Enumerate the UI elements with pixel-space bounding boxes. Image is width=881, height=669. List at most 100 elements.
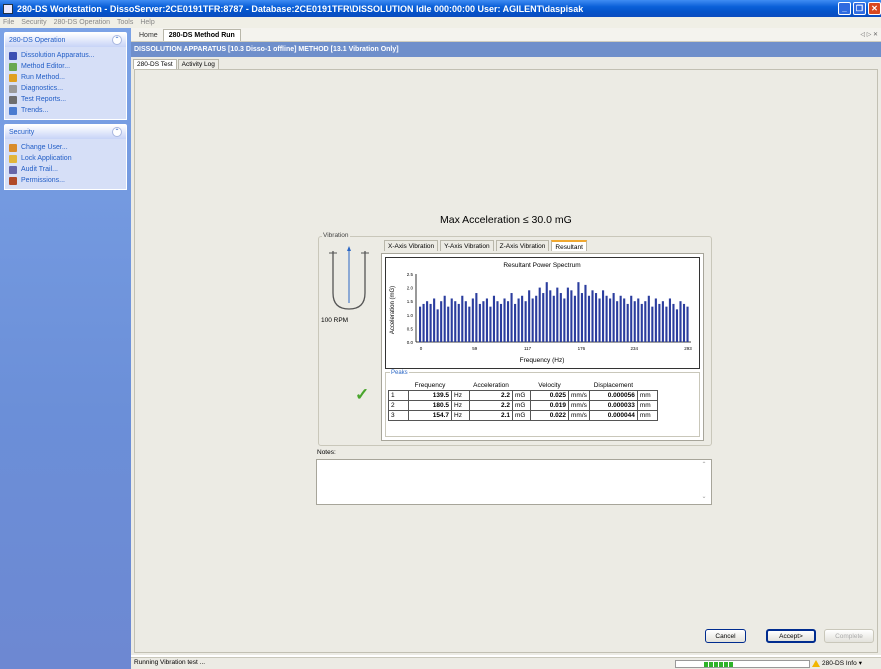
peak-index: 1: [388, 389, 409, 401]
tab-x-axis-vibration[interactable]: X-Axis Vibration: [384, 240, 439, 251]
security-panel-header[interactable]: Security ⌃: [5, 125, 126, 139]
spectrum-bar: [496, 301, 499, 342]
sidebar-item-label: Diagnostics...: [21, 85, 64, 92]
cancel-button[interactable]: Cancel: [705, 629, 746, 643]
accept-button[interactable]: Accept>: [766, 629, 816, 643]
col-acceleration-unit-header: [513, 381, 531, 390]
spectrum-bar: [485, 298, 488, 342]
security-item-1[interactable]: Lock Application: [9, 153, 122, 164]
peak-acceleration: 2.1: [469, 409, 513, 421]
max-acceleration-label: Max Acceleration ≤ 30.0 mG: [440, 214, 572, 226]
spectrum-bar: [682, 303, 686, 342]
vibration-group: Vibration 100 RPM ✓ X-Axis Vibration Y-A…: [318, 232, 712, 446]
spectrum-bar: [545, 282, 548, 342]
progress-fill: [704, 662, 733, 667]
spectrum-bar: [464, 301, 467, 342]
tab-method-run[interactable]: 280-DS Method Run: [162, 29, 241, 41]
security-panel: Security ⌃ Change User... Lock Applicatio…: [4, 124, 127, 190]
operation-item-1[interactable]: Method Editor...: [9, 61, 122, 72]
sidebar-item-label: Trends...: [21, 107, 49, 114]
col-frequency-unit-header: [452, 381, 470, 390]
spectrum-bar: [450, 298, 453, 342]
collapse-icon[interactable]: ⌃: [112, 35, 122, 45]
frequency-unit: Hz: [451, 399, 470, 411]
minimize-icon[interactable]: _: [838, 2, 851, 15]
peaks-group: Peaks Frequency Acceleration Velocity Di…: [385, 370, 700, 437]
chart-panel: Resultant Power Spectrum Frequency (Hz) …: [381, 253, 704, 441]
peak-velocity: 0.025: [530, 389, 569, 401]
spectrum-bar: [566, 287, 569, 342]
menu-file[interactable]: File: [3, 19, 14, 26]
peak-frequency: 154.7: [408, 409, 452, 421]
operation-item-4[interactable]: Test Reports...: [9, 94, 122, 105]
security-item-0[interactable]: Change User...: [9, 142, 122, 153]
peak-velocity: 0.022: [530, 409, 569, 421]
progress-segment: [714, 662, 718, 667]
security-panel-title: Security: [9, 128, 35, 136]
progress-bar: [675, 660, 810, 668]
notes-scrollbar[interactable]: ⌃ ⌄: [700, 461, 710, 503]
col-displacement-header: Displacement: [593, 381, 634, 389]
operation-panel-items: Dissolution Apparatus... Method Editor...…: [5, 47, 126, 119]
tab-home[interactable]: Home: [134, 30, 163, 41]
spectrum-bar: [440, 301, 443, 342]
apparatus-banner: DISSOLUTION APPARATUS [10.3 Disso-1 offl…: [131, 42, 881, 57]
info-indicator[interactable]: 280-DS Info ▾: [812, 659, 862, 667]
peaks-header-row: Frequency Acceleration Velocity Displace…: [389, 381, 658, 390]
notes-field[interactable]: ⌃ ⌄: [316, 459, 712, 505]
spectrum-bar: [577, 282, 580, 342]
audit-trail-icon: [9, 165, 17, 174]
spectrum-bar: [644, 301, 647, 342]
y-axis-label: Acceleration (mG): [390, 286, 396, 334]
operation-panel-header[interactable]: 280-DS Operation ⌃: [5, 33, 126, 47]
frequency-unit: Hz: [451, 409, 470, 421]
sidebar-item-label: Run Method...: [21, 74, 65, 81]
lock-icon: [9, 154, 17, 163]
tab-activity-log[interactable]: Activity Log: [177, 59, 219, 69]
col-frequency-header: Frequency: [414, 381, 446, 389]
operation-item-5[interactable]: Trends...: [9, 105, 122, 116]
tab-280ds-test[interactable]: 280-DS Test: [133, 59, 177, 69]
y-tick-label: 2.0: [407, 286, 414, 291]
spectrum-bar: [552, 295, 555, 342]
security-item-2[interactable]: Audit Trail...: [9, 164, 122, 175]
menu-tools[interactable]: Tools: [117, 19, 133, 26]
main-area: Home 280-DS Method Run ◁ ▷ ✕ DISSOLUTION…: [131, 28, 881, 655]
notes-label: Notes:: [317, 449, 336, 456]
test-content: Max Acceleration ≤ 30.0 mG Vibration 100…: [134, 69, 878, 653]
spectrum-bar: [598, 298, 601, 342]
trends-icon: [9, 106, 17, 115]
operation-item-0[interactable]: Dissolution Apparatus...: [9, 50, 122, 61]
complete-button[interactable]: Complete: [824, 629, 874, 643]
security-panel-items: Change User... Lock Application Audit Trai…: [5, 139, 126, 189]
tab-resultant[interactable]: Resultant: [551, 240, 587, 251]
spectrum-bar: [587, 295, 591, 342]
sidebar-item-label: Method Editor...: [21, 63, 71, 70]
table-row: 2 180.5 Hz 2.2 mG 0.019 mm/s 0.000033 mm: [388, 399, 658, 411]
peak-velocity: 0.019: [530, 399, 569, 411]
acceleration-unit: mG: [512, 409, 531, 421]
spectrum-bar: [602, 290, 605, 342]
spectrum-bar: [616, 301, 619, 342]
dropdown-arrow-icon[interactable]: ▾: [859, 659, 862, 667]
tab-y-axis-vibration[interactable]: Y-Axis Vibration: [440, 240, 494, 251]
menu-280ds-operation[interactable]: 280-DS Operation: [54, 19, 110, 26]
scroll-up-icon[interactable]: ⌃: [700, 461, 708, 469]
restore-icon[interactable]: ❐: [853, 2, 866, 15]
operation-item-3[interactable]: Diagnostics...: [9, 83, 122, 94]
peak-acceleration: 2.2: [469, 389, 513, 401]
menu-help[interactable]: Help: [140, 19, 154, 26]
collapse-icon[interactable]: ⌃: [112, 127, 122, 137]
spectrum-bar: [633, 301, 636, 342]
scroll-down-icon[interactable]: ⌄: [700, 493, 708, 501]
close-icon[interactable]: ✕: [868, 2, 881, 15]
spectrum-bar: [475, 293, 478, 342]
menu-security[interactable]: Security: [21, 19, 46, 26]
operation-item-2[interactable]: Run Method...: [9, 72, 122, 83]
y-tick-label: 1.5: [407, 299, 414, 304]
tab-z-axis-vibration[interactable]: Z-Axis Vibration: [495, 240, 550, 251]
security-item-3[interactable]: Permissions...: [9, 175, 122, 186]
spectrum-bar: [594, 293, 598, 342]
tab-scroll-arrows-icon[interactable]: ◁ ▷ ✕: [860, 31, 878, 38]
y-tick-label: 0.5: [407, 326, 414, 331]
